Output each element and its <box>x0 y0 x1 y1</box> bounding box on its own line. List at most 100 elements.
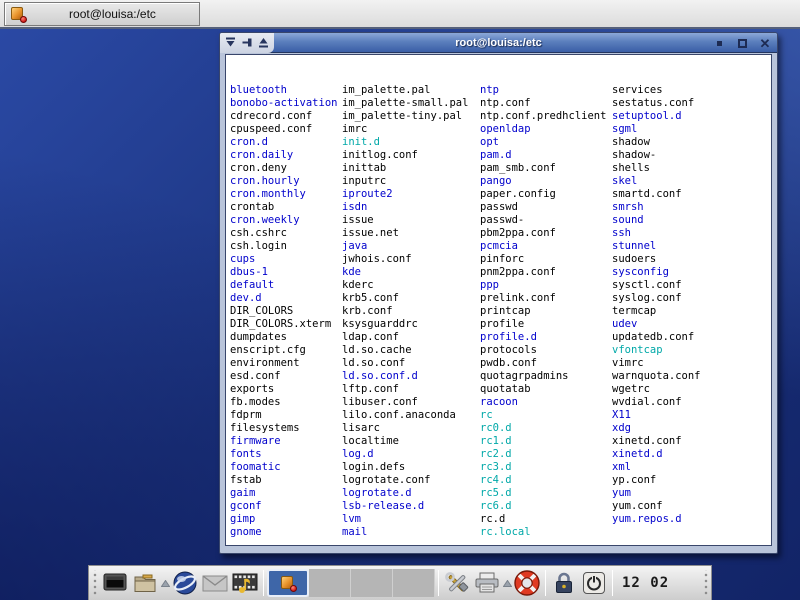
file-entry: yum.repos.d <box>612 513 757 526</box>
file-entry: yum <box>612 487 757 500</box>
file-entry: dev.d <box>230 292 342 305</box>
file-entry: filesystems <box>230 422 342 435</box>
web-browser-button[interactable] <box>170 568 200 598</box>
file-entry: sysconfig <box>612 266 757 279</box>
panel-separator <box>612 570 613 596</box>
file-entry: ld.so.cache <box>342 344 480 357</box>
up-arrow-icon <box>503 580 512 587</box>
pin-icon[interactable] <box>242 37 253 48</box>
file-entry: lftp.conf <box>342 383 480 396</box>
terminal-output[interactable]: bluetoothbonobo-activationcdrecord.confc… <box>226 55 771 545</box>
maximize-button[interactable] <box>735 36 749 50</box>
file-entry: cups <box>230 253 342 266</box>
file-entry: opt <box>480 136 612 149</box>
panel-drag-handle[interactable] <box>702 570 709 597</box>
file-entry: yum.conf <box>612 500 757 513</box>
empty-task-slot[interactable] <box>309 569 351 597</box>
window-titlebar[interactable]: root@louisa:/etc ✕ <box>220 33 777 53</box>
file-entry: login.defs <box>342 461 480 474</box>
file-column: bluetoothbonobo-activationcdrecord.confc… <box>230 84 342 539</box>
file-entry: xinetd.d <box>612 448 757 461</box>
file-entry: lsb-release.d <box>342 500 480 513</box>
file-entry: pbm2ppa.conf <box>480 227 612 240</box>
panel-taskbar <box>267 568 435 598</box>
file-entry: localtime <box>342 435 480 448</box>
file-entry: DIR_COLORS <box>230 305 342 318</box>
mail-button[interactable] <box>200 568 230 598</box>
minimize-icon <box>717 41 722 46</box>
panel-drag-handle[interactable] <box>91 570 98 597</box>
file-entry: logrotate.d <box>342 487 480 500</box>
file-listing: bluetoothbonobo-activationcdrecord.confc… <box>230 84 771 539</box>
file-entry: vimrc <box>612 357 757 370</box>
tools-icon <box>444 570 470 596</box>
active-task-button[interactable] <box>267 569 309 597</box>
file-entry: rc.local <box>480 526 612 539</box>
file-entry: libuser.conf <box>342 396 480 409</box>
file-entry: cron.monthly <box>230 188 342 201</box>
file-entry: printcap <box>480 305 612 318</box>
file-entry: dumpdates <box>230 331 342 344</box>
file-entry: bluetooth <box>230 84 342 97</box>
file-entry: java <box>342 240 480 253</box>
file-column: ntpntp.confntp.conf.predhclientopenldapo… <box>480 84 612 539</box>
settings-tools-button[interactable] <box>442 568 472 598</box>
panel-clock[interactable]: 12 02 <box>616 575 675 591</box>
lock-screen-button[interactable] <box>549 568 579 598</box>
file-entry: paper.config <box>480 188 612 201</box>
file-entry: DIR_COLORS.xterm <box>230 318 342 331</box>
file-entry: rc <box>480 409 612 422</box>
eject-icon[interactable] <box>258 37 269 48</box>
launcher-expand-arrow[interactable] <box>160 568 170 598</box>
file-entry: bonobo-activation <box>230 97 342 110</box>
file-entry: cron.weekly <box>230 214 342 227</box>
empty-task-slot[interactable] <box>351 569 393 597</box>
folder-icon <box>133 572 157 594</box>
file-entry: issue.net <box>342 227 480 240</box>
file-entry: smartd.conf <box>612 188 757 201</box>
help-button[interactable] <box>512 568 542 598</box>
file-entry: ldap.conf <box>342 331 480 344</box>
file-entry: shadow <box>612 136 757 149</box>
file-entry: sysctl.conf <box>612 279 757 292</box>
close-button[interactable]: ✕ <box>758 36 772 50</box>
file-entry: syslog.conf <box>612 292 757 305</box>
maximize-icon <box>738 39 747 48</box>
file-entry: vfontcap <box>612 344 757 357</box>
tray-expand-arrow[interactable] <box>502 568 512 598</box>
file-entry: isdn <box>342 201 480 214</box>
file-entry: wvdial.conf <box>612 396 757 409</box>
window-title: root@louisa:/etc <box>220 37 777 49</box>
empty-task-slot[interactable] <box>393 569 435 597</box>
file-entry: sestatus.conf <box>612 97 757 110</box>
file-entry: environment <box>230 357 342 370</box>
file-entry: lisarc <box>342 422 480 435</box>
minimize-button[interactable] <box>712 36 726 50</box>
file-entry: ksysguarddrc <box>342 318 480 331</box>
file-entry: pwdb.conf <box>480 357 612 370</box>
file-entry: ld.so.conf <box>342 357 480 370</box>
taskbar-task-button[interactable]: root@louisa:/etc <box>4 2 200 26</box>
print-button[interactable] <box>472 568 502 598</box>
file-column: servicessestatus.confsetuptool.dsgmlshad… <box>612 84 757 526</box>
file-entry: profile.d <box>480 331 612 344</box>
panel-separator <box>263 570 264 596</box>
file-entry: gconf <box>230 500 342 513</box>
home-folder-button[interactable] <box>130 568 160 598</box>
file-entry: quotatab <box>480 383 612 396</box>
file-entry: pnm2ppa.conf <box>480 266 612 279</box>
mail-icon <box>202 573 228 593</box>
panel-separator <box>438 570 439 596</box>
logout-button[interactable] <box>579 568 609 598</box>
lock-icon <box>553 571 575 595</box>
menu-triangle-icon[interactable] <box>225 37 236 48</box>
multimedia-button[interactable] <box>230 568 260 598</box>
file-entry: ppp <box>480 279 612 292</box>
file-entry: rc.d <box>480 513 612 526</box>
file-entry: gaim <box>230 487 342 500</box>
top-taskbar: root@louisa:/etc <box>0 0 800 29</box>
file-entry: warnquota.conf <box>612 370 757 383</box>
terminal-launcher-button[interactable] <box>100 568 130 598</box>
file-entry: rc2.d <box>480 448 612 461</box>
file-entry: ld.so.conf.d <box>342 370 480 383</box>
